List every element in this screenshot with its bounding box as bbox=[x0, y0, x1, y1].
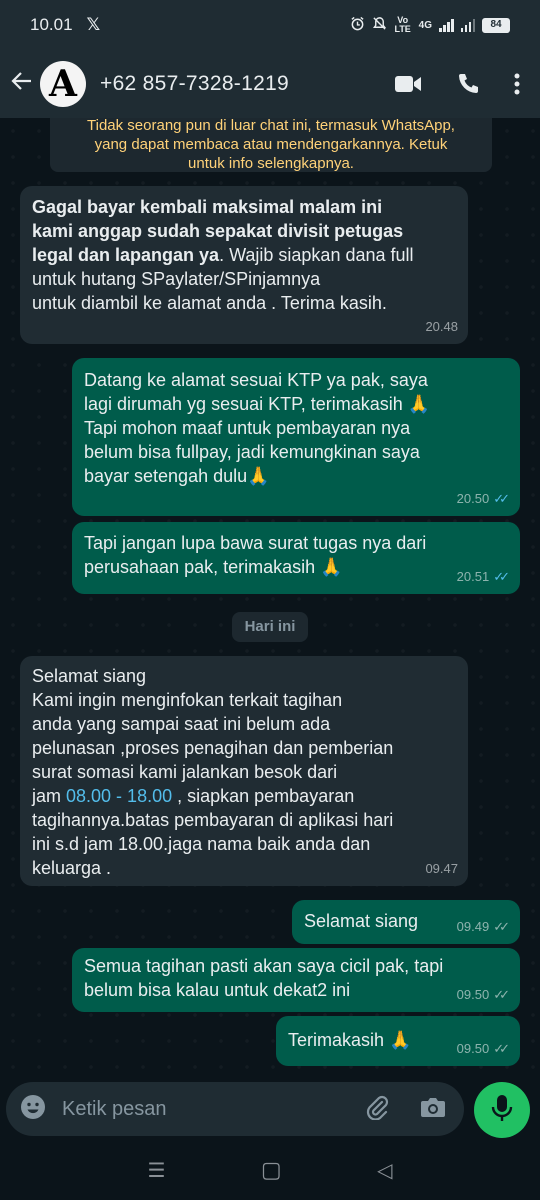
system-nav-bar: ☰ ▢ ◁ bbox=[0, 1140, 540, 1200]
message-text: untuk diambil ke alamat anda . Terima ka… bbox=[32, 293, 387, 313]
signal-strength-icon bbox=[439, 18, 454, 32]
message-text: Semua tagihan pasti akan saya cicil pak,… bbox=[84, 956, 444, 976]
message-text: ini s.d jam 18.00.jaga nama baik anda da… bbox=[32, 834, 371, 854]
message-text: tagihannya.batas pembayaran di aplikasi … bbox=[32, 810, 394, 830]
attach-icon[interactable] bbox=[364, 1094, 390, 1125]
message-text: untuk hutang SPaylater/SPinjamnya bbox=[32, 269, 321, 289]
message-text: Selamat siang bbox=[32, 666, 147, 686]
back-arrow-icon[interactable] bbox=[10, 68, 38, 100]
message-time: 20.48 bbox=[425, 319, 458, 334]
composer: Ketik pesan bbox=[0, 1080, 540, 1140]
message-text: Gagal bayar kembali maksimal malam ini bbox=[32, 197, 383, 217]
message-text: Kami ingin menginfokan terkait tagihan bbox=[32, 690, 343, 710]
message-outgoing[interactable]: Terimakasih 🙏 09.50 ✓✓ bbox=[276, 1016, 520, 1066]
message-text: jam 08.00 - 18.00 , siapkan pembayaran bbox=[32, 784, 456, 808]
mute-icon bbox=[372, 16, 387, 34]
signal-label: 4G bbox=[418, 19, 432, 31]
recents-icon[interactable]: ☰ bbox=[148, 1158, 166, 1183]
message-placeholder: Ketik pesan bbox=[62, 1097, 167, 1120]
message-outgoing[interactable]: Tapi jangan lupa bawa surat tugas nya da… bbox=[72, 522, 520, 594]
delivered-ticks-icon: ✓✓ bbox=[493, 987, 510, 1002]
message-text: surat somasi kami jalankan besok dari bbox=[32, 762, 338, 782]
message-text: belum bisa kalau untuk dekat2 ini bbox=[84, 980, 351, 1000]
emoji-icon[interactable] bbox=[20, 1094, 46, 1125]
message-outgoing[interactable]: Selamat siang 09.49 ✓✓ bbox=[292, 900, 520, 944]
delivered-ticks-icon: ✓✓ bbox=[493, 1041, 510, 1056]
mic-button[interactable] bbox=[474, 1082, 530, 1138]
encryption-line: untuk info selengkapnya. bbox=[188, 155, 354, 172]
voice-call-icon[interactable] bbox=[456, 72, 480, 96]
read-ticks-icon: ✓✓ bbox=[493, 569, 510, 584]
time-range-link[interactable]: 08.00 - 18.00 bbox=[66, 786, 172, 806]
message-meta: 09.50 ✓✓ bbox=[457, 1037, 510, 1061]
status-time: 10.01 bbox=[30, 15, 73, 34]
message-text: keluarga . bbox=[32, 858, 112, 878]
message-text-prefix: jam bbox=[32, 786, 67, 806]
battery-icon: 84 bbox=[482, 17, 510, 33]
message-time: 20.50 bbox=[456, 491, 490, 506]
message-time: 09.50 bbox=[456, 1041, 490, 1056]
message-meta: 09.50 ✓✓ bbox=[457, 983, 510, 1007]
read-ticks-icon: ✓✓ bbox=[493, 491, 510, 506]
more-vert-icon[interactable] bbox=[514, 72, 520, 96]
message-text: kami anggap sudah sepakat divisit petuga… bbox=[32, 221, 404, 241]
message-time: 20.51 bbox=[456, 569, 490, 584]
message-time: 09.47 bbox=[425, 861, 458, 876]
message-text: belum bisa fullpay, jadi kemungkinan say… bbox=[84, 442, 420, 462]
message-incoming[interactable]: Gagal bayar kembali maksimal malam ini k… bbox=[20, 186, 468, 344]
mic-icon bbox=[491, 1094, 513, 1127]
signal-strength-2-icon bbox=[460, 18, 475, 32]
contact-name[interactable]: +62 857-7328-1219 bbox=[100, 72, 289, 96]
message-incoming[interactable]: Selamat siang Kami ingin menginfokan ter… bbox=[20, 656, 468, 886]
message-bold-text: legal dan lapangan ya bbox=[32, 245, 220, 265]
home-icon[interactable]: ▢ bbox=[261, 1157, 282, 1183]
message-text: pelunasan ,proses penagihan dan pemberia… bbox=[32, 738, 394, 758]
message-meta: 20.51 ✓✓ bbox=[457, 565, 510, 589]
message-text: bayar setengah dulu🙏 bbox=[84, 466, 270, 486]
message-time: 09.50 bbox=[456, 987, 490, 1002]
date-divider: Hari ini bbox=[232, 612, 308, 642]
message-text: perusahaan pak, terimakasih 🙏 bbox=[84, 557, 343, 577]
message-text-rest: . Wajib siapkan dana full bbox=[219, 245, 414, 265]
encryption-line: Tidak seorang pun di luar chat ini, term… bbox=[87, 118, 455, 134]
back-nav-icon[interactable]: ◁ bbox=[377, 1158, 392, 1183]
message-time: 09.49 bbox=[456, 919, 490, 934]
video-call-icon[interactable] bbox=[394, 73, 422, 95]
delivered-ticks-icon: ✓✓ bbox=[493, 919, 510, 934]
chat-header: A +62 857-7328-1219 bbox=[0, 50, 540, 118]
message-meta: 09.49 ✓✓ bbox=[457, 915, 510, 939]
x-app-icon: 𝕏 bbox=[86, 15, 101, 34]
volte-label: Vo LTE bbox=[394, 15, 411, 34]
status-icons: Vo LTE 4G 84 bbox=[350, 16, 510, 34]
status-bar: 10.01 𝕏 Vo LTE 4G 84 bbox=[0, 0, 540, 50]
message-text: Tapi jangan lupa bawa surat tugas nya da… bbox=[84, 533, 427, 553]
message-text: anda yang sampai saat ini belum ada bbox=[32, 714, 331, 734]
avatar[interactable]: A bbox=[40, 61, 86, 107]
message-text: legal dan lapangan ya. Wajib siapkan dan… bbox=[32, 243, 456, 267]
message-text: Datang ke alamat sesuai KTP ya pak, saya bbox=[84, 370, 428, 390]
message-text-suffix: , siapkan pembayaran bbox=[172, 786, 355, 806]
message-meta: 09.47 bbox=[425, 857, 458, 881]
message-meta: 20.48 bbox=[425, 315, 458, 339]
message-text: lagi dirumah yg sesuai KTP, terimakasih … bbox=[84, 394, 431, 414]
message-input[interactable]: Ketik pesan bbox=[6, 1082, 464, 1136]
alarm-icon bbox=[350, 16, 365, 34]
camera-icon[interactable] bbox=[420, 1095, 446, 1124]
encryption-line: yang dapat membaca atau mendengarkannya.… bbox=[94, 136, 448, 153]
message-outgoing[interactable]: Datang ke alamat sesuai KTP ya pak, saya… bbox=[72, 358, 520, 516]
message-outgoing[interactable]: Semua tagihan pasti akan saya cicil pak,… bbox=[72, 948, 520, 1012]
chat-area[interactable]: Tidak seorang pun di luar chat ini, term… bbox=[0, 118, 540, 1080]
message-meta: 20.50 ✓✓ bbox=[457, 487, 510, 511]
message-text: Tapi mohon maaf untuk pembayaran nya bbox=[84, 418, 411, 438]
encryption-notice[interactable]: Tidak seorang pun di luar chat ini, term… bbox=[50, 118, 492, 172]
